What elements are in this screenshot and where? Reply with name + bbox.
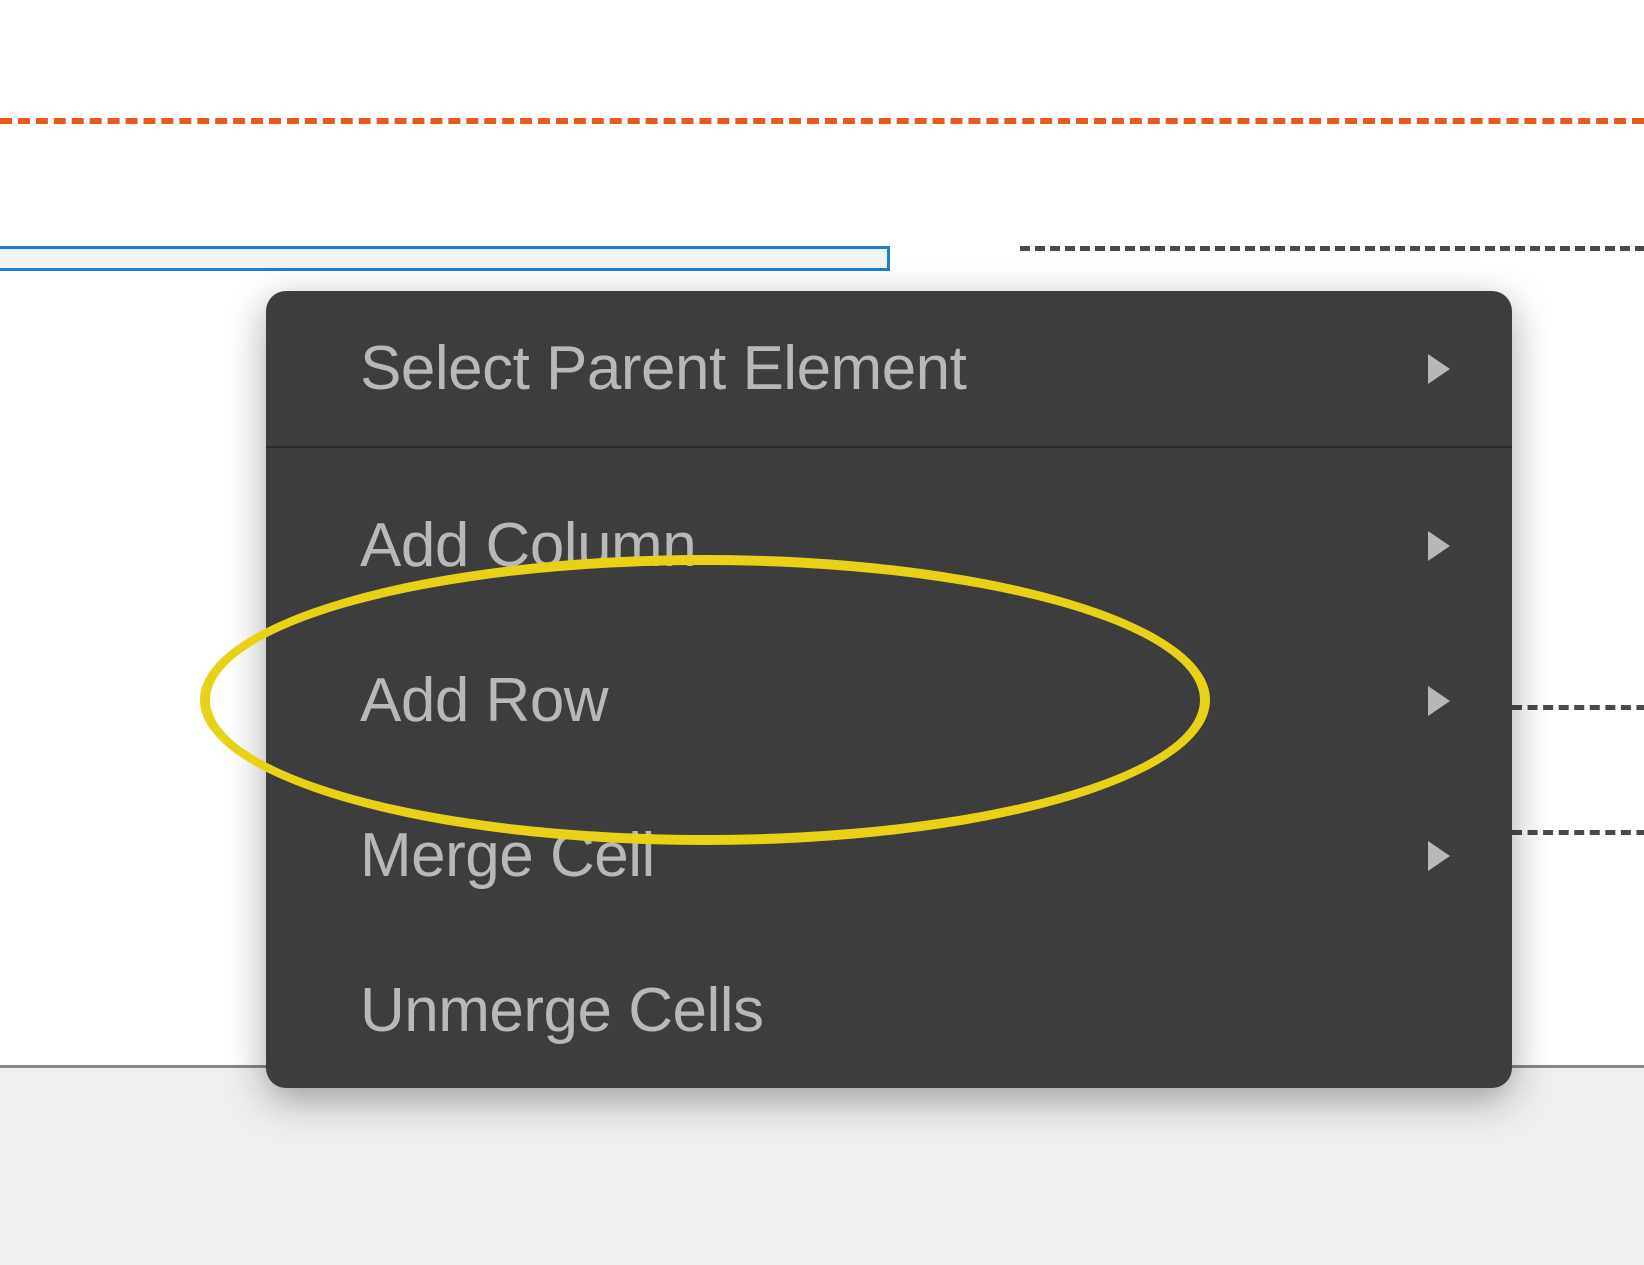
menu-item-label: Select Parent Element xyxy=(360,333,966,404)
chevron-right-icon xyxy=(1428,354,1450,384)
menu-item-label: Merge Cell xyxy=(360,820,655,891)
chevron-right-icon xyxy=(1428,841,1450,871)
menu-item-label: Add Column xyxy=(360,510,696,581)
menu-item-unmerge-cells[interactable]: Unmerge Cells xyxy=(266,933,1512,1088)
menu-item-label: Unmerge Cells xyxy=(360,975,764,1046)
chevron-right-icon xyxy=(1428,531,1450,561)
selected-table-cell[interactable] xyxy=(0,246,890,271)
dashed-cell-border-mid xyxy=(1512,705,1644,710)
orange-guide-line xyxy=(0,118,1644,124)
dashed-cell-border-top xyxy=(1020,246,1644,251)
context-menu: Select Parent Element Add Column Add Row… xyxy=(266,291,1512,1088)
chevron-right-icon xyxy=(1428,686,1450,716)
menu-item-label: Add Row xyxy=(360,665,608,736)
menu-item-add-column[interactable]: Add Column xyxy=(266,468,1512,623)
dashed-cell-border-bottom xyxy=(1512,830,1644,835)
menu-item-add-row[interactable]: Add Row xyxy=(266,623,1512,778)
menu-item-select-parent-element[interactable]: Select Parent Element xyxy=(266,291,1512,446)
menu-item-merge-cell[interactable]: Merge Cell xyxy=(266,778,1512,933)
bottom-panel xyxy=(0,1065,1644,1265)
